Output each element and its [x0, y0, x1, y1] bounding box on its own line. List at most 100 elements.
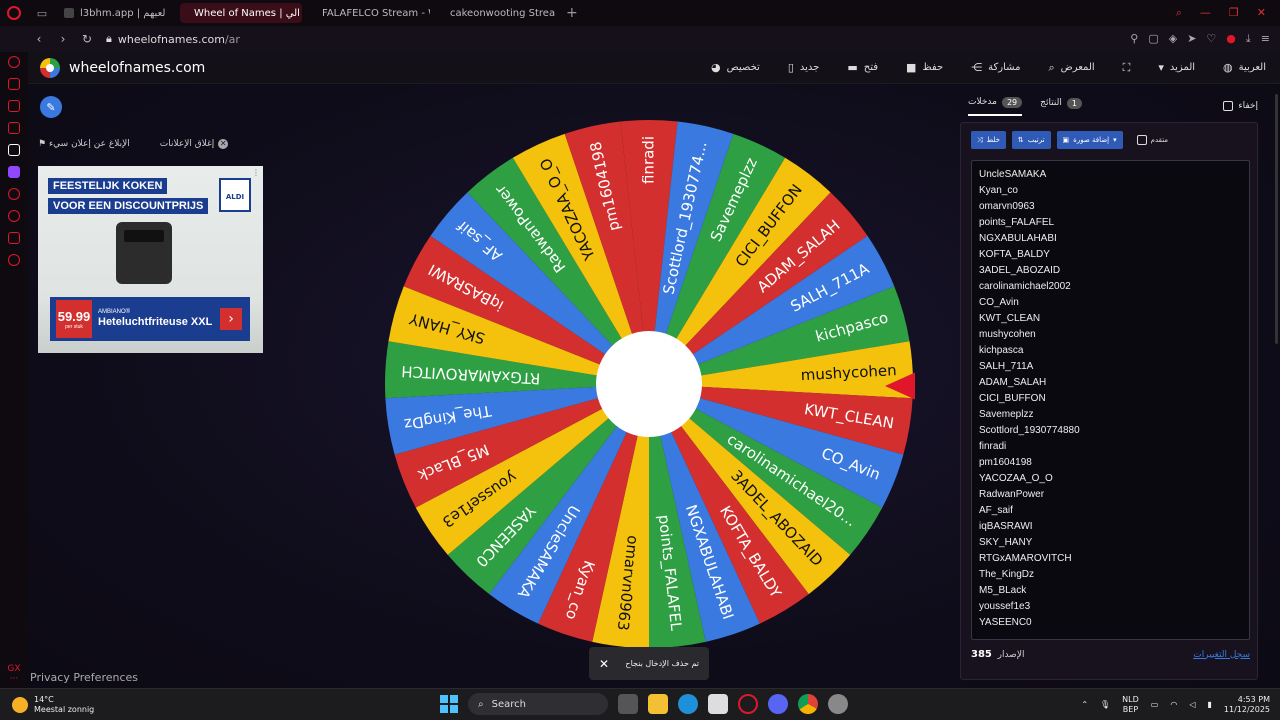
battery-icon[interactable]: ▮: [1207, 700, 1211, 709]
entry-line[interactable]: Kyan_co: [979, 183, 1242, 199]
entry-line[interactable]: pm1604198: [979, 455, 1242, 471]
bag-icon[interactable]: [8, 78, 20, 90]
instagram-icon[interactable]: [8, 122, 20, 134]
menu-customize[interactable]: ◕ تخصيص: [697, 61, 774, 74]
twitch-icon[interactable]: [8, 166, 20, 178]
chrome-icon[interactable]: [798, 694, 818, 714]
wifi-icon[interactable]: ◠: [1170, 700, 1177, 709]
advanced-checkbox[interactable]: [1136, 135, 1147, 145]
entry-line[interactable]: Scottlord_1930774880: [979, 423, 1242, 439]
tab-wheel-of-names[interactable]: Wheel of Names | الي: [180, 3, 302, 23]
entry-line[interactable]: iqBASRAWI: [979, 519, 1242, 535]
easy-setup-icon[interactable]: ≡: [1261, 32, 1270, 46]
bookmark-icon[interactable]: ⚲: [1130, 32, 1138, 46]
heart-icon[interactable]: ♡: [1206, 32, 1216, 46]
menu-more[interactable]: ▾ المزيد: [1144, 61, 1209, 74]
entry-line[interactable]: AF_saif: [979, 503, 1242, 519]
url-field[interactable]: 🔒︎ wheelofnames.com/ar: [106, 32, 240, 46]
advanced-toggle[interactable]: متقدم: [1136, 135, 1168, 145]
pinboard-icon[interactable]: [8, 232, 20, 244]
entry-line[interactable]: Savemeplzz: [979, 407, 1242, 423]
send-icon[interactable]: ➤: [1187, 32, 1196, 46]
tab-menu-icon[interactable]: ▭: [28, 7, 56, 20]
windows-start-icon[interactable]: [440, 695, 458, 713]
entry-line[interactable]: SALH_711A: [979, 359, 1242, 375]
aria-icon[interactable]: [8, 56, 20, 68]
back-icon[interactable]: ‹: [30, 32, 48, 46]
add-image-button[interactable]: ▣ إضافة صورة ▾: [1056, 131, 1123, 149]
entry-line[interactable]: 3ADEL_ABOZAID: [979, 263, 1242, 279]
taskbar-search[interactable]: ⌕ Search: [468, 693, 608, 715]
entry-line[interactable]: SKY_HANY: [979, 535, 1242, 551]
entry-line[interactable]: RTGxAMAROVITCH: [979, 551, 1242, 567]
privacy-preferences-link[interactable]: Privacy Preferences: [30, 671, 138, 684]
wheel-graphic[interactable]: finradi Scottlord_1930774...SavemeplzzCIC…: [383, 118, 925, 650]
menu-open[interactable]: ▬ فتح: [833, 61, 892, 74]
page-scrollbar[interactable]: [1275, 94, 1278, 344]
extension-icon[interactable]: ◈: [1169, 32, 1177, 46]
entry-line[interactable]: The_KingDz: [979, 567, 1242, 583]
tab-falafelco[interactable]: FALAFELCO Stream - Wa: [308, 3, 430, 23]
new-tab-icon[interactable]: +: [566, 5, 578, 21]
menu-language[interactable]: ◍ العربية: [1209, 61, 1280, 74]
entry-line[interactable]: youssef1e3: [979, 599, 1242, 615]
hide-panel-toggle[interactable]: إخفاء: [1223, 101, 1258, 111]
close-window-icon[interactable]: ✕: [1257, 6, 1266, 20]
download-icon[interactable]: ⤓: [1246, 32, 1251, 46]
store-icon[interactable]: [708, 694, 728, 714]
tab-entries[interactable]: مدخلات 29: [968, 96, 1023, 116]
entry-line[interactable]: ADAM_SALAH: [979, 375, 1242, 391]
changelog-link[interactable]: سجل التغييرات: [1193, 650, 1250, 660]
site-title[interactable]: wheelofnames.com: [69, 60, 205, 76]
entry-line[interactable]: carolinamichael2002: [979, 279, 1242, 295]
tab-cakeonwooting[interactable]: cakeonwooting Stream - \: [436, 3, 556, 23]
entry-line[interactable]: M5_BLack: [979, 583, 1242, 599]
messenger-icon[interactable]: [8, 100, 20, 112]
ad-options-icon[interactable]: ⋮: [252, 168, 260, 177]
clock[interactable]: 4:53 PM 11/12/2025: [1224, 695, 1270, 715]
menu-share[interactable]: ⋲ مشاركة: [957, 61, 1034, 74]
reload-icon[interactable]: ↻: [78, 32, 96, 46]
display-icon[interactable]: ▭: [1151, 700, 1159, 709]
player-icon[interactable]: [8, 188, 20, 200]
shuffle-button[interactable]: ⤨ خلط: [971, 131, 1006, 149]
entry-line[interactable]: CO_Avin: [979, 295, 1242, 311]
entry-line[interactable]: YASEENC0: [979, 615, 1242, 631]
discord-icon[interactable]: [768, 694, 788, 714]
tiktok-icon[interactable]: [8, 144, 20, 156]
ad-arrow-icon[interactable]: ›: [220, 308, 242, 330]
sort-button[interactable]: ⇅ ترتيب: [1011, 131, 1051, 149]
settings-icon[interactable]: [8, 254, 20, 266]
tab-l3bhm[interactable]: l3bhm.app | لعبهم: [56, 3, 174, 23]
wheel-of-names[interactable]: finradi Scottlord_1930774... Savemeplzz CIC…: [383, 118, 925, 650]
hide-checkbox[interactable]: [1223, 101, 1234, 111]
entry-line[interactable]: RadwanPower: [979, 487, 1242, 503]
search-tabs-icon[interactable]: ⌕: [1176, 6, 1182, 20]
edge-icon[interactable]: [678, 694, 698, 714]
menu-gallery[interactable]: ⌕ المعرض: [1034, 61, 1108, 75]
volume-icon[interactable]: ◁: [1189, 700, 1195, 709]
entry-line[interactable]: KWT_CLEAN: [979, 311, 1242, 327]
entry-line[interactable]: finradi: [979, 439, 1242, 455]
profile-icon[interactable]: ●: [1226, 32, 1236, 46]
entry-line[interactable]: CICI_BUFFON: [979, 391, 1242, 407]
entry-line[interactable]: points_FALAFEL: [979, 215, 1242, 231]
advertisement[interactable]: FEESTELIJK KOKEN VOOR EEN DISCOUNTPRIJS …: [38, 166, 263, 353]
toast-close-icon[interactable]: ✕: [599, 657, 609, 671]
task-view-icon[interactable]: [618, 694, 638, 714]
entry-line[interactable]: NGXABULAHABI: [979, 231, 1242, 247]
entries-textarea[interactable]: UncleSAMAKA Kyan_co omarvn0963 points_FALAF…: [971, 160, 1250, 640]
entry-line[interactable]: kichpasca: [979, 343, 1242, 359]
wheel-center-hub[interactable]: [596, 331, 702, 437]
menu-save[interactable]: ■ حفظ: [892, 61, 957, 74]
wheel-logo-icon[interactable]: [40, 57, 60, 78]
maximize-icon[interactable]: ❐: [1229, 6, 1239, 20]
minimize-icon[interactable]: —: [1200, 6, 1211, 20]
report-ad-link[interactable]: ⚑ الإبلاغ عن إعلان سيء: [38, 139, 130, 149]
opera-gx-icon[interactable]: [738, 694, 758, 714]
entry-line[interactable]: KOFTA_BALDY: [979, 247, 1242, 263]
file-explorer-icon[interactable]: [648, 694, 668, 714]
entry-line[interactable]: mushycohen: [979, 327, 1242, 343]
chevron-up-icon[interactable]: ⌃: [1081, 700, 1088, 709]
entry-line[interactable]: omarvn0963: [979, 199, 1242, 215]
